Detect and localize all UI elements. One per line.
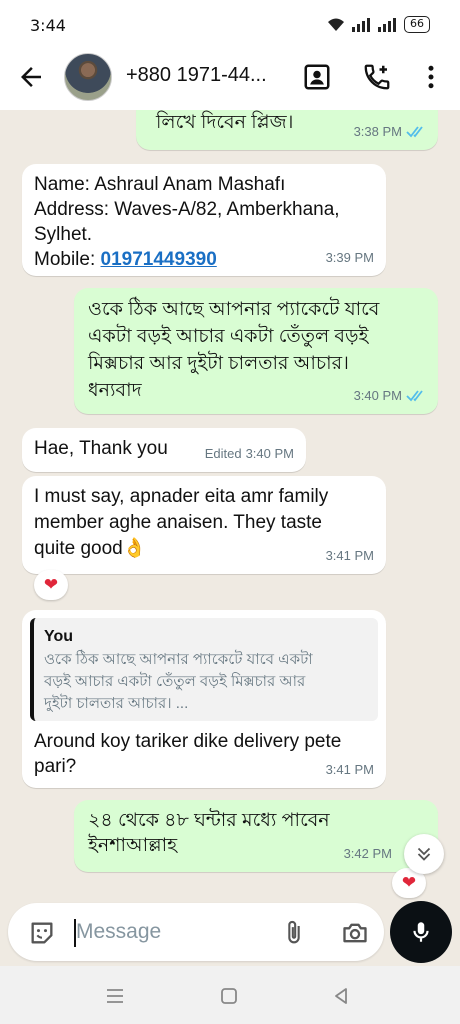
- message-bubble-incoming[interactable]: I must say, apnader eita amr family memb…: [22, 476, 386, 574]
- chat-area[interactable]: লিখে দিবেন প্লিজ। 3:38 PM Name: Ashraul …: [0, 110, 460, 900]
- message-text-line: মিক্সচার আর দুইটা চালতার আচার।: [88, 353, 349, 374]
- paperclip-icon[interactable]: [280, 918, 308, 948]
- wifi-icon: [328, 18, 344, 31]
- message-text-line: ২৪ থেকে ৪৮ ঘন্টার মধ্যে পাবেন: [88, 810, 330, 831]
- more-vert-icon[interactable]: [416, 62, 446, 92]
- message-text-mobile: Mobile: 01971449390: [34, 247, 374, 272]
- battery-indicator: 66: [404, 16, 430, 33]
- message-time: 3:42 PM: [343, 846, 392, 861]
- message-bubble-outgoing[interactable]: লিখে দিবেন প্লিজ। 3:38 PM: [136, 110, 438, 150]
- message-text-line: member aghe anaisen. They taste: [34, 512, 322, 533]
- scroll-down-button[interactable]: [404, 834, 444, 874]
- avatar[interactable]: [64, 53, 112, 101]
- back-triangle-icon[interactable]: [330, 985, 352, 1007]
- message-time: 3:40 PM: [245, 446, 294, 461]
- input-bar: [0, 900, 460, 966]
- chat-header: +880 1971-44...: [0, 48, 460, 110]
- contact-name[interactable]: +880 1971-44...: [126, 64, 267, 87]
- heart-reaction[interactable]: ❤: [34, 570, 68, 600]
- camera-icon[interactable]: [340, 919, 370, 947]
- message-time: 3:39 PM: [325, 250, 374, 265]
- message-text-line: I must say, apnader eita amr family: [34, 486, 329, 507]
- quote-text-line: ওকে ঠিক আছে আপনার প্যাকেটে যাবে একটা: [44, 651, 313, 668]
- message-meta: 3:41 PM: [326, 543, 374, 568]
- system-nav-bar: [0, 966, 460, 1024]
- quoted-message[interactable]: You ওকে ঠিক আছে আপনার প্যাকেটে যাবে একটা…: [30, 618, 378, 721]
- mic-icon: [413, 922, 429, 942]
- status-icons: 66: [326, 16, 430, 33]
- recent-apps-icon[interactable]: [104, 985, 126, 1007]
- mic-button[interactable]: [390, 901, 452, 963]
- add-call-icon[interactable]: [362, 62, 392, 92]
- double-check-icon: [406, 389, 423, 401]
- message-time: 3:40 PM: [353, 388, 402, 403]
- sticker-icon[interactable]: [28, 919, 56, 947]
- message-text-name: Name: Ashraul Anam Mashafı: [34, 174, 286, 195]
- message-meta: 3:39 PM: [326, 245, 374, 270]
- message-time: 3:38 PM: [353, 124, 402, 139]
- message-time: 3:41 PM: [325, 762, 374, 777]
- message-text-line: Around koy tariker dike delivery pete: [34, 731, 342, 752]
- arrow-left-icon[interactable]: [16, 62, 46, 92]
- phone-link[interactable]: 01971449390: [101, 249, 217, 270]
- message-text-line: একটা বড়ই আচার একটা তেঁতুল বড়ই: [88, 326, 369, 347]
- message-text-line: ওকে ঠিক আছে আপনার প্যাকেটে যাবে: [88, 299, 380, 320]
- double-check-icon: [406, 125, 423, 137]
- message-text-city: Sylhet.: [34, 224, 93, 245]
- message-bubble-incoming[interactable]: Name: Ashraul Anam Mashafı Address: Wave…: [22, 164, 386, 276]
- home-icon[interactable]: [218, 985, 240, 1007]
- message-composer[interactable]: [8, 903, 384, 961]
- message-text-address: Address: Waves-A/82, Amberkhana,: [34, 199, 340, 220]
- message-meta: Edited 3:40 PM: [205, 441, 294, 466]
- status-time: 3:44: [30, 16, 66, 35]
- message-meta: 3:40 PM: [354, 383, 426, 408]
- quote-text-line: দুইটা চালতার আচার। ...: [44, 695, 189, 712]
- message-text-line: quite good👌: [34, 538, 147, 559]
- signal-icon: [352, 17, 370, 32]
- message-time: 3:41 PM: [325, 548, 374, 563]
- message-meta: 3:38 PM: [354, 119, 426, 144]
- message-bubble-incoming[interactable]: Hae, Thank you Edited 3:40 PM: [22, 428, 306, 472]
- status-bar: 3:44 66: [0, 0, 460, 48]
- double-chevron-down-icon: [417, 847, 431, 861]
- signal-icon-2: [378, 17, 396, 32]
- quote-text-line: বড়ই আচার একটা তেঁতুল বড়ই মিক্সচার আর: [44, 673, 306, 690]
- message-bubble-outgoing[interactable]: ওকে ঠিক আছে আপনার প্যাকেটে যাবে একটা বড়…: [74, 288, 438, 414]
- message-meta: 3:42 PM: [344, 841, 392, 866]
- message-input[interactable]: [76, 915, 256, 949]
- message-meta: 3:41 PM: [326, 757, 374, 782]
- contact-card-icon[interactable]: [302, 62, 332, 92]
- edited-label: Edited: [204, 446, 242, 461]
- message-bubble-outgoing[interactable]: ২৪ থেকে ৪৮ ঘন্টার মধ্যে পাবেন ইনশাআল্লাহ…: [74, 800, 438, 872]
- message-bubble-incoming[interactable]: You ওকে ঠিক আছে আপনার প্যাকেটে যাবে একটা…: [22, 610, 386, 788]
- quote-author: You: [44, 628, 74, 645]
- mobile-label: Mobile:: [34, 249, 101, 270]
